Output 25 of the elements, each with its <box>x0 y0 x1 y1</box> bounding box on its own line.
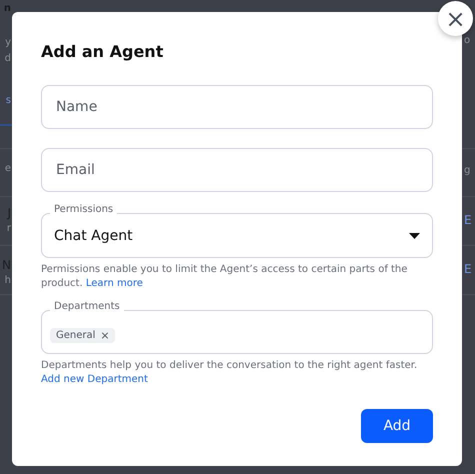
text-field[interactable]: Email <box>41 148 433 192</box>
close-button[interactable]: × <box>438 1 473 36</box>
background-text: E <box>464 213 472 227</box>
background-text: s <box>6 94 11 108</box>
add-department-link[interactable]: Add new Department <box>41 374 148 384</box>
background-text: r <box>6 222 11 236</box>
select-value: Chat Agent <box>54 228 133 244</box>
background-text: E <box>464 262 472 276</box>
add-button[interactable]: Add <box>361 409 433 443</box>
tag-label: General <box>56 330 96 340</box>
background-text: h <box>4 274 11 288</box>
background-text: g <box>464 164 470 178</box>
field-label: Permissions <box>50 203 118 217</box>
learn-more-link[interactable]: Learn more <box>86 278 143 288</box>
background-text: y <box>5 36 11 50</box>
help-text: Permissions enable you to limit the Agent’s access to certain parts of the product. Learn more <box>41 263 408 290</box>
background-text: o <box>464 34 470 48</box>
remove-tag-button[interactable]: × <box>100 330 110 340</box>
background-text: d <box>4 52 11 66</box>
help-text: Departments help you to deliver the conversation to the right agent faster. Add new Department <box>41 359 418 386</box>
text-field[interactable]: Name <box>41 85 433 129</box>
field-label: Departments <box>50 300 124 314</box>
dialog-title: Add an Agent <box>41 42 164 61</box>
caret-icon <box>409 232 420 238</box>
background-text: e <box>4 162 11 176</box>
